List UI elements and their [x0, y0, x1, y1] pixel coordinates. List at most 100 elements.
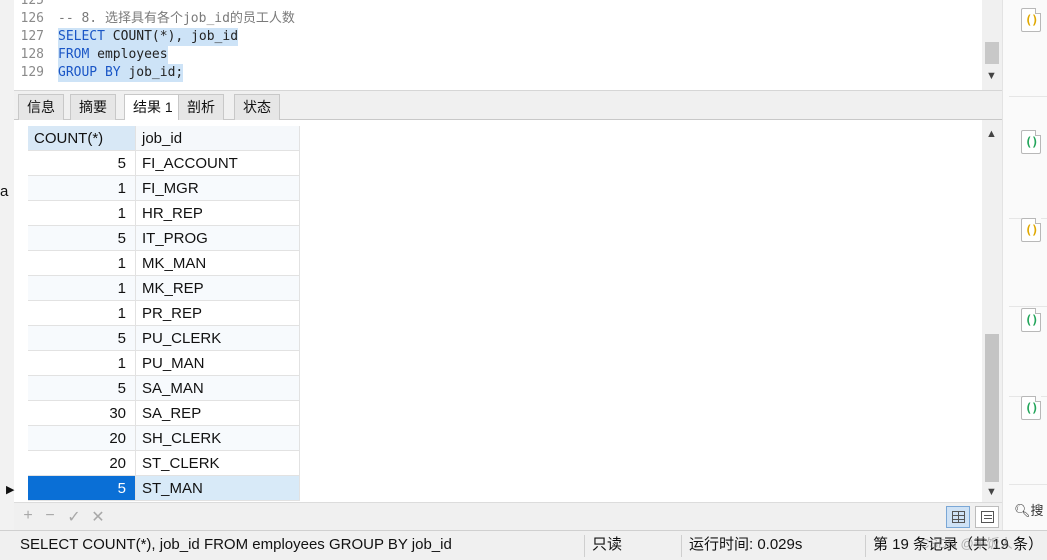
line-number: 128 — [20, 47, 44, 62]
grid-view-icon — [952, 511, 965, 523]
grid-scrollbar[interactable]: ▲ ▼ — [982, 120, 1002, 502]
table-row[interactable]: 5 PU_CLERK — [28, 326, 300, 351]
table-row[interactable]: 20 SH_CLERK — [28, 426, 300, 451]
job-id-cell[interactable]: PR_REP — [136, 301, 300, 326]
job-id-cell[interactable]: IT_PROG — [136, 226, 300, 251]
sql-file-icon[interactable]: () — [1021, 396, 1041, 420]
left-cutoff-letter: a — [0, 183, 9, 200]
column-header-job-id[interactable]: job_id — [136, 126, 300, 151]
grid-toolbar: + − ✓ ✕ — [14, 502, 1002, 530]
table-row[interactable]: 5 ST_MAN — [28, 476, 300, 501]
sql-keyword: GROUP BY — [58, 65, 121, 80]
code-line[interactable]: 129 GROUP BY job_id; — [14, 64, 184, 82]
sql-keyword: FROM — [58, 47, 90, 62]
status-divider — [584, 535, 585, 557]
grid-scroll-thumb[interactable] — [985, 334, 999, 482]
table-row[interactable]: 5 SA_MAN — [28, 376, 300, 401]
tab-2[interactable]: 结果 1 — [124, 94, 182, 121]
editor-scroll-thumb[interactable] — [985, 42, 999, 64]
table-row[interactable]: 5 FI_ACCOUNT — [28, 151, 300, 176]
count-cell[interactable]: 1 — [28, 276, 136, 301]
right-side-panel: () () () () () — [1002, 0, 1047, 530]
line-number: 125 — [20, 0, 44, 8]
chevron-down-icon[interactable]: ▼ — [986, 486, 997, 498]
job-id-cell[interactable]: FI_MGR — [136, 176, 300, 201]
chevron-down-icon[interactable]: ▼ — [986, 70, 997, 82]
job-id-cell[interactable]: ST_CLERK — [136, 451, 300, 476]
job-id-cell[interactable]: ST_MAN — [136, 476, 300, 501]
panel-divider — [1009, 96, 1047, 97]
add-record-button[interactable]: + — [18, 507, 38, 525]
job-id-cell[interactable]: FI_ACCOUNT — [136, 151, 300, 176]
sql-identifier: COUNT(*), job_id — [104, 29, 239, 44]
line-number: 126 — [20, 11, 44, 26]
job-id-cell[interactable]: SA_REP — [136, 401, 300, 426]
tab-3[interactable]: 剖析 — [178, 94, 224, 120]
panel-divider — [1009, 484, 1047, 485]
table-row[interactable]: 20 ST_CLERK — [28, 451, 300, 476]
status-divider — [865, 535, 866, 557]
discard-changes-button[interactable]: ✕ — [88, 507, 108, 527]
delete-record-button[interactable]: − — [40, 507, 60, 525]
sql-identifier: job_id; — [120, 65, 184, 80]
count-cell[interactable]: 1 — [28, 176, 136, 201]
table-row[interactable]: 1 HR_REP — [28, 201, 300, 226]
job-id-cell[interactable]: PU_CLERK — [136, 326, 300, 351]
result-tabs: 信息 摘要 结果 1 剖析 状态 — [14, 90, 1002, 121]
tab-0[interactable]: 信息 — [18, 94, 64, 120]
count-cell[interactable]: 30 — [28, 401, 136, 426]
job-id-cell[interactable]: SA_MAN — [136, 376, 300, 401]
count-cell[interactable]: 1 — [28, 301, 136, 326]
sql-file-icon[interactable]: () — [1021, 308, 1041, 332]
job-id-cell[interactable]: PU_MAN — [136, 351, 300, 376]
status-sql: SELECT COUNT(*), job_id FROM employees G… — [20, 536, 452, 553]
table-row[interactable]: 5 IT_PROG — [28, 226, 300, 251]
brackets-glyph: () — [1025, 401, 1038, 415]
brackets-glyph: () — [1025, 223, 1038, 237]
column-header-count[interactable]: COUNT(*) — [28, 126, 136, 151]
count-cell[interactable]: 20 — [28, 426, 136, 451]
brackets-glyph: () — [1025, 313, 1038, 327]
sql-file-icon[interactable]: () — [1021, 218, 1041, 242]
table-row[interactable]: 30 SA_REP — [28, 401, 300, 426]
tab-4[interactable]: 状态 — [234, 94, 280, 120]
form-view-button[interactable] — [975, 506, 999, 528]
apply-changes-button[interactable]: ✓ — [64, 507, 84, 527]
search-label: 搜 — [1030, 503, 1044, 518]
editor-scrollbar[interactable]: ▼ — [982, 0, 1002, 90]
count-cell[interactable]: 1 — [28, 251, 136, 276]
count-cell[interactable]: 5 — [28, 151, 136, 176]
table-row[interactable]: 1 PR_REP — [28, 301, 300, 326]
line-number: 129 — [20, 65, 44, 80]
search-icon[interactable]: 🔍︎搜 — [1014, 500, 1044, 519]
count-cell[interactable]: 5 — [28, 326, 136, 351]
count-cell[interactable]: 1 — [28, 201, 136, 226]
job-id-cell[interactable]: HR_REP — [136, 201, 300, 226]
job-id-cell[interactable]: SH_CLERK — [136, 426, 300, 451]
count-cell[interactable]: 5 — [28, 226, 136, 251]
code-text: FROM employees — [58, 46, 168, 64]
table-row[interactable]: 1 MK_REP — [28, 276, 300, 301]
table-row[interactable]: 1 FI_MGR — [28, 176, 300, 201]
sql-editor[interactable]: 125 126 -- 8. 选择具有各个job_id的员工人数 127 SELECT C… — [14, 0, 982, 90]
count-cell[interactable]: 1 — [28, 351, 136, 376]
count-cell[interactable]: 20 — [28, 451, 136, 476]
code-line[interactable]: 126 -- 8. 选择具有各个job_id的员工人数 — [14, 10, 295, 28]
code-line[interactable]: 128 FROM employees — [14, 46, 168, 64]
chevron-up-icon[interactable]: ▲ — [986, 128, 997, 140]
grid-view-button[interactable] — [946, 506, 970, 528]
job-id-cell[interactable]: MK_MAN — [136, 251, 300, 276]
count-cell[interactable]: 5 — [28, 376, 136, 401]
code-line[interactable]: 125 — [14, 0, 58, 10]
code-line[interactable]: 127 SELECT COUNT(*), job_id — [14, 28, 239, 46]
job-id-cell[interactable]: MK_REP — [136, 276, 300, 301]
tab-1[interactable]: 摘要 — [70, 94, 116, 120]
table-row[interactable]: 1 MK_MAN — [28, 251, 300, 276]
sql-file-icon[interactable]: () — [1021, 130, 1041, 154]
status-runtime: 运行时间: 0.029s — [689, 536, 803, 553]
sql-file-icon[interactable]: () — [1021, 8, 1041, 32]
table-row[interactable]: 1 PU_MAN — [28, 351, 300, 376]
count-cell[interactable]: 5 — [28, 476, 136, 501]
code-text: -- 8. 选择具有各个job_id的员工人数 — [58, 10, 295, 28]
result-grid-area: COUNT(*) job_id 5 FI_ACCOUNT 1 FI_MGR 1 HR_REP 5… — [14, 120, 982, 502]
